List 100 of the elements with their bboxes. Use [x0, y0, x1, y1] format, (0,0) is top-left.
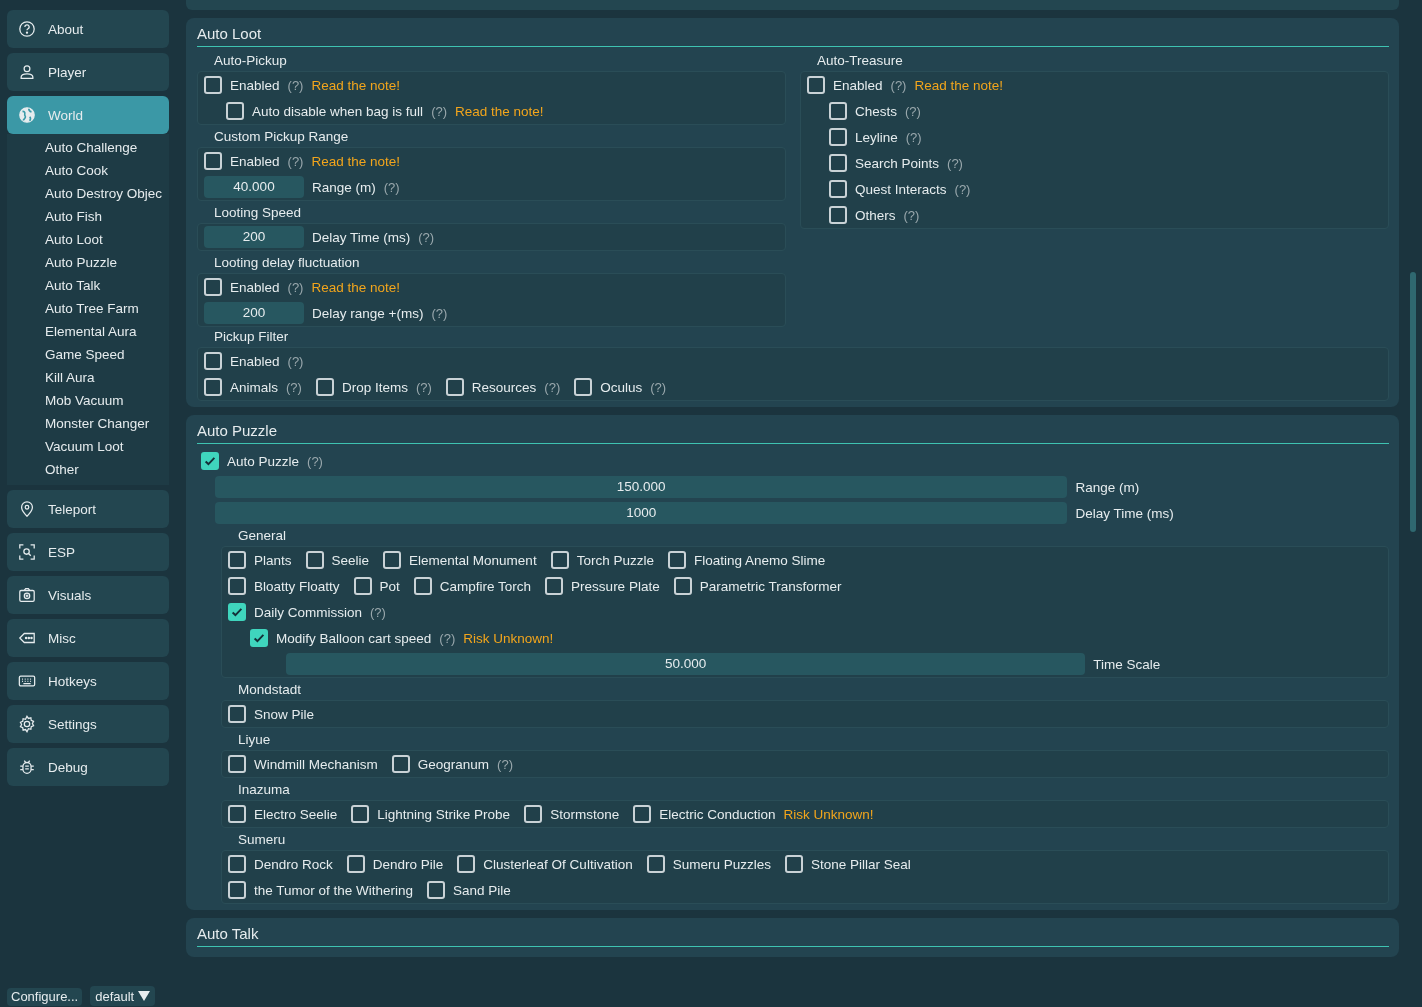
- checkbox[interactable]: [228, 551, 246, 569]
- help-marker[interactable]: (?): [287, 353, 304, 369]
- help-marker[interactable]: (?): [439, 630, 456, 646]
- checkbox[interactable]: [829, 180, 847, 198]
- checkbox[interactable]: [228, 805, 246, 823]
- checkbox[interactable]: [574, 378, 593, 396]
- checkbox[interactable]: [829, 206, 847, 224]
- checkbox[interactable]: [228, 755, 246, 773]
- help-marker[interactable]: (?): [905, 103, 921, 119]
- help-marker[interactable]: (?): [431, 103, 447, 119]
- checkbox[interactable]: [524, 805, 543, 823]
- sidebar-item[interactable]: Teleport: [7, 490, 169, 528]
- checkbox[interactable]: [829, 154, 847, 172]
- checkbox[interactable]: [445, 378, 464, 396]
- checkbox[interactable]: [228, 603, 246, 621]
- help-marker[interactable]: (?): [383, 179, 400, 195]
- checkbox[interactable]: [226, 102, 244, 120]
- configure-button[interactable]: Configure...: [7, 988, 83, 1006]
- sidebar-item[interactable]: Visuals: [7, 576, 169, 614]
- checkbox[interactable]: [667, 551, 686, 569]
- checkbox[interactable]: [351, 805, 370, 823]
- checkbox[interactable]: [204, 378, 222, 396]
- checkbox[interactable]: [228, 577, 246, 595]
- checkbox[interactable]: [383, 551, 402, 569]
- help-marker[interactable]: (?): [890, 77, 907, 93]
- sidebar-subitem[interactable]: Auto Challenge: [7, 136, 169, 159]
- sidebar-subitem[interactable]: Other: [7, 458, 169, 481]
- sidebar-item[interactable]: About: [7, 10, 169, 48]
- sidebar-subitem[interactable]: Auto Tree Farm: [7, 297, 169, 320]
- field-label: Delay range +(ms): [312, 305, 424, 321]
- checkbox[interactable]: [829, 102, 847, 120]
- sidebar-subitem[interactable]: Monster Changer: [7, 412, 169, 435]
- help-marker[interactable]: (?): [415, 379, 432, 395]
- checkbox[interactable]: [204, 278, 222, 296]
- section-title: Auto Puzzle: [197, 419, 1389, 444]
- checkbox[interactable]: [427, 881, 446, 899]
- checkbox[interactable]: [391, 755, 410, 773]
- checkbox[interactable]: [457, 855, 476, 873]
- checkbox[interactable]: [228, 705, 246, 723]
- number-field[interactable]: 200: [204, 226, 304, 248]
- sidebar-subitem[interactable]: Auto Talk: [7, 274, 169, 297]
- number-field[interactable]: 40.000: [204, 176, 304, 198]
- sidebar-item[interactable]: Debug: [7, 748, 169, 786]
- help-marker[interactable]: (?): [431, 305, 448, 321]
- checkbox[interactable]: [633, 805, 652, 823]
- help-marker[interactable]: (?): [903, 207, 920, 223]
- help-marker[interactable]: (?): [307, 453, 323, 469]
- checkbox[interactable]: [550, 551, 569, 569]
- sidebar-item[interactable]: ESP: [7, 533, 169, 571]
- help-marker[interactable]: (?): [954, 181, 971, 197]
- sidebar-item[interactable]: Settings: [7, 705, 169, 743]
- help-marker[interactable]: (?): [947, 155, 963, 171]
- checkbox[interactable]: [353, 577, 372, 595]
- checkbox[interactable]: [315, 378, 334, 396]
- checkbox-label: Quest Interacts: [855, 181, 947, 197]
- sidebar-item[interactable]: Hotkeys: [7, 662, 169, 700]
- drag-field[interactable]: 1000: [215, 502, 1068, 524]
- checkbox[interactable]: [201, 452, 219, 470]
- help-marker[interactable]: (?): [497, 756, 513, 772]
- help-marker[interactable]: (?): [370, 604, 386, 620]
- help-marker[interactable]: (?): [418, 229, 435, 245]
- help-marker[interactable]: (?): [650, 379, 667, 395]
- sidebar-subitem[interactable]: Auto Fish: [7, 205, 169, 228]
- sidebar-subitem[interactable]: Auto Puzzle: [7, 251, 169, 274]
- checkbox[interactable]: [204, 352, 222, 370]
- sidebar-subitem[interactable]: Elemental Aura: [7, 320, 169, 343]
- checkbox[interactable]: [784, 855, 803, 873]
- help-marker[interactable]: (?): [286, 379, 302, 395]
- sidebar-item[interactable]: Player: [7, 53, 169, 91]
- sidebar-subitem[interactable]: Auto Destroy Objec: [7, 182, 169, 205]
- checkbox[interactable]: [673, 577, 692, 595]
- drag-field[interactable]: 50.000: [286, 653, 1086, 675]
- profile-dropdown[interactable]: default: [90, 986, 156, 1006]
- sidebar-subitem[interactable]: Kill Aura: [7, 366, 169, 389]
- checkbox[interactable]: [545, 577, 564, 595]
- help-marker[interactable]: (?): [905, 129, 922, 145]
- checkbox[interactable]: [413, 577, 432, 595]
- checkbox[interactable]: [228, 855, 246, 873]
- sidebar-subitem[interactable]: Game Speed: [7, 343, 169, 366]
- checkbox[interactable]: [646, 855, 665, 873]
- sidebar-subitem[interactable]: Auto Cook: [7, 159, 169, 182]
- checkbox[interactable]: [250, 629, 268, 647]
- checkbox[interactable]: [829, 128, 847, 146]
- checkbox[interactable]: [807, 76, 825, 94]
- help-marker[interactable]: (?): [287, 153, 304, 169]
- help-marker[interactable]: (?): [287, 77, 304, 93]
- sidebar-subitem[interactable]: Vacuum Loot: [7, 435, 169, 458]
- checkbox[interactable]: [305, 551, 324, 569]
- sidebar-item[interactable]: Misc: [7, 619, 169, 657]
- checkbox[interactable]: [204, 152, 222, 170]
- sidebar-subitem[interactable]: Mob Vacuum: [7, 389, 169, 412]
- help-marker[interactable]: (?): [287, 279, 304, 295]
- number-field[interactable]: 200: [204, 302, 304, 324]
- sidebar-subitem[interactable]: Auto Loot: [7, 228, 169, 251]
- help-marker[interactable]: (?): [544, 379, 561, 395]
- drag-field[interactable]: 150.000: [215, 476, 1068, 498]
- checkbox[interactable]: [204, 76, 222, 94]
- checkbox[interactable]: [228, 881, 246, 899]
- checkbox[interactable]: [346, 855, 365, 873]
- scrollbar-thumb[interactable]: [1409, 272, 1416, 532]
